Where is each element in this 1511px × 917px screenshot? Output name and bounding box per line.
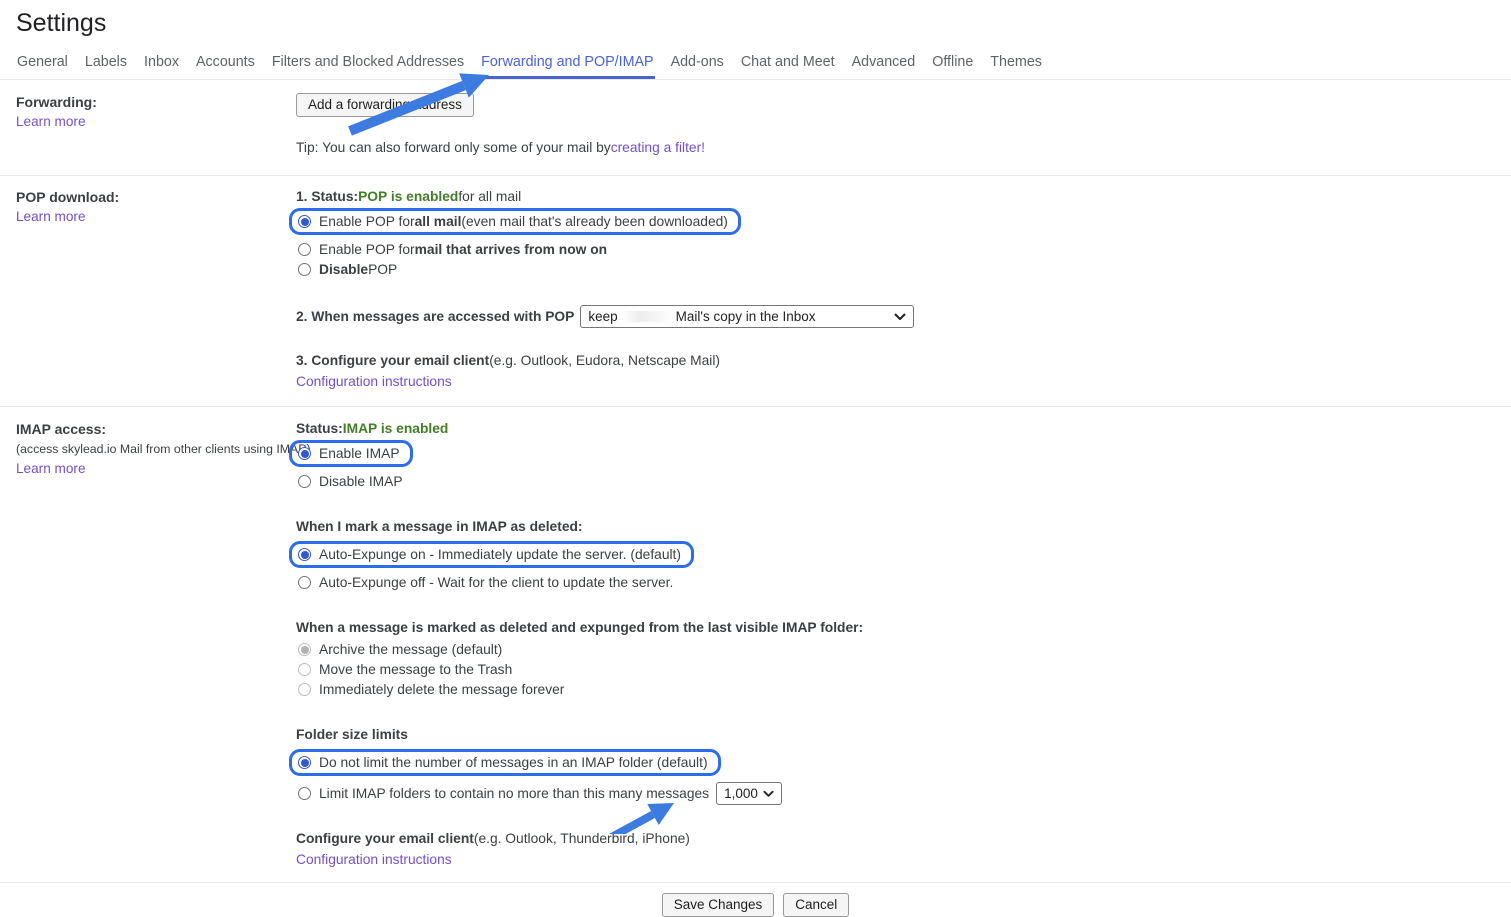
- imap-status-prefix: Status:: [296, 420, 343, 437]
- radio-limit-imap-folders[interactable]: [298, 787, 311, 800]
- imap-expunged-heading: When a message is marked as deleted and …: [296, 619, 1511, 636]
- option-label: Auto-Expunge on - Immediately update the…: [319, 546, 681, 563]
- option-disable-pop[interactable]: Disable POP: [298, 261, 1511, 278]
- creating-a-filter-link[interactable]: creating a filter!: [611, 138, 705, 158]
- radio-disable-pop[interactable]: [298, 263, 311, 276]
- option-label: Enable IMAP: [319, 445, 400, 462]
- select-value-suffix: Mail's copy in the Inbox: [676, 308, 816, 325]
- tab-accounts[interactable]: Accounts: [195, 52, 256, 79]
- pop-download-label: POP download:: [16, 188, 296, 207]
- folder-limit-select[interactable]: 1,000: [716, 782, 782, 805]
- page-title: Settings: [16, 9, 1511, 38]
- pop-status-value: POP is enabled: [358, 188, 458, 205]
- option-label: Limit IMAP folders to contain no more th…: [319, 785, 709, 802]
- option-enable-imap[interactable]: Enable IMAP: [289, 440, 413, 467]
- tab-chat-and-meet[interactable]: Chat and Meet: [740, 52, 836, 79]
- save-changes-button[interactable]: Save Changes: [662, 893, 775, 917]
- forwarding-tip-text: Tip: You can also forward only some of y…: [296, 139, 611, 156]
- radio-auto-expunge-on[interactable]: [298, 548, 311, 561]
- imap-client-rest: (e.g. Outlook, Thunderbird, iPhone): [474, 830, 690, 847]
- tab-advanced[interactable]: Advanced: [851, 52, 917, 79]
- chevron-down-icon: [763, 790, 774, 798]
- select-value-prefix: keep: [588, 308, 617, 325]
- imap-client-label: Configure your email client: [296, 830, 474, 847]
- option-enable-pop-from-now-on[interactable]: Enable POP for mail that arrives from no…: [298, 241, 1511, 258]
- radio-delete-forever: [298, 683, 311, 696]
- tab-themes[interactable]: Themes: [989, 52, 1043, 79]
- imap-access-label: IMAP access:: [16, 420, 296, 439]
- pop-status-prefix: 1. Status:: [296, 188, 358, 205]
- pop-step2-label: 2. When messages are accessed with POP: [296, 308, 574, 325]
- imap-configuration-instructions-link[interactable]: Configuration instructions: [296, 850, 452, 870]
- option-label: Archive the message (default): [319, 641, 502, 658]
- chevron-down-icon: [894, 313, 906, 321]
- option-label: Move the message to the Trash: [319, 661, 512, 678]
- forwarding-section: Forwarding: Learn more Add a forwarding …: [0, 80, 1511, 176]
- option-label: Enable POP for mail that arrives from no…: [319, 241, 607, 258]
- option-label: Do not limit the number of messages in a…: [319, 754, 708, 771]
- imap-access-sublabel: (access skylead.io Mail from other clien…: [16, 439, 296, 459]
- option-enable-pop-all-mail[interactable]: Enable POP for all mail (even mail that'…: [289, 208, 741, 235]
- tab-general[interactable]: General: [16, 52, 69, 79]
- option-label: Disable IMAP: [319, 473, 403, 490]
- option-limit-imap-folders[interactable]: Limit IMAP folders to contain no more th…: [298, 782, 1511, 805]
- tab-forwarding-pop-imap[interactable]: Forwarding and POP/IMAP: [480, 52, 654, 79]
- tab-add-ons[interactable]: Add-ons: [670, 52, 725, 79]
- option-delete-forever: Immediately delete the message forever: [298, 681, 1511, 698]
- radio-do-not-limit-folders[interactable]: [298, 756, 311, 769]
- option-label: Enable POP for all mail (even mail that'…: [319, 213, 728, 230]
- imap-status-value: IMAP is enabled: [343, 420, 449, 437]
- radio-auto-expunge-off[interactable]: [298, 576, 311, 589]
- pop-status-suffix: for all mail: [458, 188, 521, 205]
- option-auto-expunge-off[interactable]: Auto-Expunge off - Wait for the client t…: [298, 574, 1511, 591]
- select-value: 1,000: [724, 785, 758, 802]
- imap-status-line: Status: IMAP is enabled: [296, 420, 1511, 437]
- imap-deleted-heading: When I mark a message in IMAP as deleted…: [296, 518, 1511, 535]
- tab-offline[interactable]: Offline: [931, 52, 974, 79]
- tab-labels[interactable]: Labels: [84, 52, 128, 79]
- redacted-text: [622, 311, 672, 322]
- pop-configuration-instructions-link[interactable]: Configuration instructions: [296, 372, 452, 392]
- settings-tabbar: General Labels Inbox Accounts Filters an…: [0, 52, 1511, 80]
- pop-learn-more-link[interactable]: Learn more: [16, 207, 86, 227]
- radio-enable-pop-from-now-on[interactable]: [298, 243, 311, 256]
- pop-step3-label: 3. Configure your email client: [296, 352, 489, 369]
- pop-status-line: 1. Status: POP is enabled for all mail: [296, 188, 1511, 205]
- radio-enable-pop-all-mail[interactable]: [298, 215, 311, 228]
- forwarding-learn-more-link[interactable]: Learn more: [16, 112, 86, 132]
- pop-download-section: POP download: Learn more 1. Status: POP …: [0, 176, 1511, 407]
- tab-inbox[interactable]: Inbox: [143, 52, 180, 79]
- option-disable-imap[interactable]: Disable IMAP: [298, 473, 1511, 490]
- radio-enable-imap[interactable]: [298, 447, 311, 460]
- radio-move-to-trash: [298, 663, 311, 676]
- option-auto-expunge-on[interactable]: Auto-Expunge on - Immediately update the…: [289, 541, 694, 568]
- radio-archive-message: [298, 643, 311, 656]
- option-label: Immediately delete the message forever: [319, 681, 564, 698]
- add-forwarding-address-button[interactable]: Add a forwarding address: [296, 93, 474, 117]
- option-move-to-trash: Move the message to the Trash: [298, 661, 1511, 678]
- pop-read-behavior-select[interactable]: keep Mail's copy in the Inbox: [580, 305, 914, 328]
- cancel-button[interactable]: Cancel: [783, 893, 849, 917]
- option-do-not-limit-folders[interactable]: Do not limit the number of messages in a…: [289, 749, 721, 776]
- option-label: Auto-Expunge off - Wait for the client t…: [319, 574, 673, 591]
- tab-filters-blocked-addresses[interactable]: Filters and Blocked Addresses: [271, 52, 465, 79]
- radio-disable-imap[interactable]: [298, 475, 311, 488]
- imap-access-section: IMAP access: (access skylead.io Mail fro…: [0, 407, 1511, 883]
- option-archive-message: Archive the message (default): [298, 641, 1511, 658]
- forwarding-label: Forwarding:: [16, 93, 296, 112]
- imap-learn-more-link[interactable]: Learn more: [16, 459, 86, 479]
- pop-step3-rest: (e.g. Outlook, Eudora, Netscape Mail): [489, 352, 720, 369]
- option-label: Disable POP: [319, 261, 397, 278]
- footer-actions: Save Changes Cancel: [0, 883, 1511, 917]
- folder-size-limits-heading: Folder size limits: [296, 726, 1511, 743]
